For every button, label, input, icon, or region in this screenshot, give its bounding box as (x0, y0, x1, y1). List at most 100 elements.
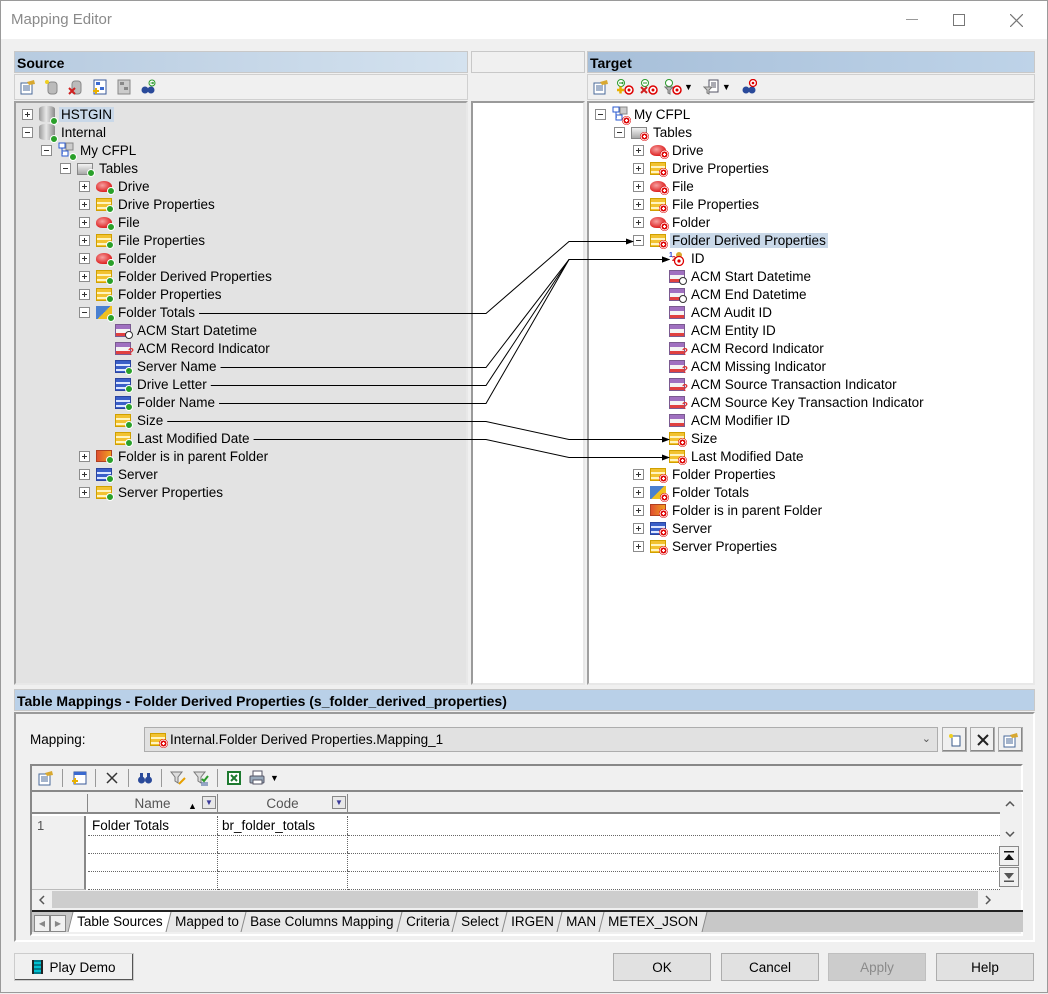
row-number[interactable] (32, 852, 86, 872)
cell-empty[interactable] (348, 816, 1000, 836)
tree-node-size[interactable]: Size (115, 411, 165, 429)
cell-name[interactable] (88, 870, 218, 890)
help-button[interactable]: Help (936, 953, 1034, 981)
tree-node-drive[interactable]: Drive (79, 177, 152, 195)
tree-node-file[interactable]: File (633, 177, 696, 195)
tree-node-acm-entity-id[interactable]: ACM Entity ID (669, 321, 778, 339)
mapping-menu-icon[interactable] (663, 77, 683, 97)
tree-node-last-modified-date[interactable]: Last Modified Date (115, 429, 252, 447)
cell-code[interactable]: br_folder_totals (218, 816, 348, 836)
delete-mapping-icon[interactable] (639, 77, 659, 97)
collapse-toggle-icon[interactable] (595, 108, 606, 120)
excel-export-icon[interactable] (224, 768, 244, 788)
tree-node-server-properties[interactable]: Server Properties (633, 537, 779, 555)
tree-node-acm-missing-indicator[interactable]: ? ACM Missing Indicator (669, 357, 828, 375)
delete-icon[interactable] (102, 768, 122, 788)
expand-toggle-icon[interactable] (633, 144, 644, 156)
tree-node-folder-derived-properties[interactable]: Folder Derived Properties (79, 267, 274, 285)
column-filter-dropdown-icon[interactable]: ▼ (332, 796, 346, 809)
cell-empty[interactable] (348, 852, 1000, 872)
find-target-icon[interactable] (739, 77, 759, 97)
tree-node-server-properties[interactable]: Server Properties (79, 483, 225, 501)
row-number[interactable] (32, 870, 86, 890)
scroll-up-icon[interactable] (1000, 794, 1020, 814)
tree-node-acm-start-datetime[interactable]: ACM Start Datetime (115, 321, 259, 339)
tree-node-server-name[interactable]: Server Name (115, 357, 219, 375)
scroll-left-icon[interactable] (32, 890, 52, 910)
cell-name[interactable] (88, 852, 218, 872)
expand-toggle-icon[interactable] (633, 216, 644, 228)
collapse-toggle-icon[interactable] (60, 162, 71, 174)
expand-toggle-icon[interactable] (79, 252, 90, 264)
row-number[interactable] (32, 834, 86, 854)
tab-base-columns-mapping[interactable]: Base Columns Mapping (240, 912, 404, 932)
horizontal-scrollbar[interactable] (32, 890, 1000, 910)
collapse-toggle-icon[interactable] (633, 234, 644, 246)
expand-toggle-icon[interactable] (633, 486, 644, 498)
cell-code[interactable] (218, 870, 348, 890)
tree-node-folder-totals[interactable]: Folder Totals (79, 303, 197, 322)
tab-table-sources[interactable]: Table Sources (67, 912, 173, 932)
expand-toggle-icon[interactable] (79, 450, 90, 462)
tree-node-folder[interactable]: Folder (633, 213, 712, 231)
tree-node-file-properties[interactable]: File Properties (79, 231, 207, 249)
properties-icon[interactable] (591, 77, 611, 97)
column-header-name[interactable]: Name ▲ ▼ (88, 794, 218, 814)
tab-scroll-right-icon[interactable]: ▶ (50, 915, 66, 932)
cell-code[interactable] (218, 852, 348, 872)
model-disabled-icon[interactable] (114, 77, 134, 97)
column-header-code[interactable]: Code ▼ (218, 794, 348, 814)
tab-metex-json[interactable]: METEX_JSON (598, 912, 708, 932)
expand-toggle-icon[interactable] (22, 108, 33, 120)
tree-node-file[interactable]: File (79, 213, 142, 231)
tree-node-my-cfpl[interactable]: My CFPL (595, 105, 692, 125)
play-demo-button[interactable]: Play Demo (14, 953, 134, 981)
expand-toggle-icon[interactable] (79, 270, 90, 282)
expand-toggle-icon[interactable] (79, 288, 90, 300)
tree-node-id[interactable]: 1 2 ID (669, 249, 707, 267)
mapping-select[interactable]: Internal.Folder Derived Properties.Mappi… (144, 727, 938, 752)
tree-node-folder-properties[interactable]: Folder Properties (79, 285, 224, 303)
mapping-menu-dropdown-icon[interactable]: ▼ (684, 82, 693, 92)
vertical-scrollbar[interactable] (999, 794, 1022, 890)
cell-name[interactable] (88, 834, 218, 854)
tree-node-folder[interactable]: Folder (79, 249, 158, 267)
tree-node-acm-start-datetime[interactable]: ACM Start Datetime (669, 267, 813, 285)
delete-mapping-button[interactable] (970, 727, 995, 752)
tab-mapped-to[interactable]: Mapped to (165, 912, 248, 932)
tab-scroll-left-icon[interactable]: ◀ (34, 915, 50, 932)
new-mapping-button[interactable] (942, 727, 967, 752)
cell-empty[interactable] (348, 834, 1000, 854)
collapse-toggle-icon[interactable] (79, 306, 90, 318)
mapping-properties-button[interactable] (998, 727, 1023, 752)
collapse-toggle-icon[interactable] (22, 126, 33, 138)
tree-node-folder-properties[interactable]: Folder Properties (633, 465, 778, 483)
close-button[interactable] (993, 1, 1039, 39)
filter-apply-icon[interactable] (191, 768, 211, 788)
tree-node-acm-audit-id[interactable]: ACM Audit ID (669, 303, 774, 321)
expand-toggle-icon[interactable] (633, 198, 644, 210)
maximize-button[interactable] (936, 1, 982, 39)
print-icon[interactable] (247, 768, 267, 788)
ok-button[interactable]: OK (613, 953, 711, 981)
tree-node-acm-end-datetime[interactable]: ACM End Datetime (669, 285, 809, 303)
tree-node-acm-modifier-id[interactable]: ACM Modifier ID (669, 411, 792, 429)
tree-node-folder-is-in-parent-folder[interactable]: Folder is in parent Folder (79, 447, 270, 465)
tree-node-acm-source-key-transaction-indicator[interactable]: ? ACM Source Key Transaction Indicator (669, 393, 926, 411)
filter-menu-dropdown-icon[interactable]: ▼ (722, 82, 731, 92)
add-model-icon[interactable] (90, 77, 110, 97)
scroll-to-top-button[interactable] (999, 846, 1019, 866)
cell-empty[interactable] (348, 870, 1000, 890)
expand-toggle-icon[interactable] (79, 180, 90, 192)
properties-icon[interactable] (18, 77, 38, 97)
tree-node-file-properties[interactable]: File Properties (633, 195, 761, 213)
tree-node-tables[interactable]: Tables (60, 159, 140, 177)
print-dropdown-icon[interactable]: ▼ (270, 773, 279, 783)
minimize-button[interactable] (889, 1, 935, 39)
expand-toggle-icon[interactable] (633, 504, 644, 516)
scroll-to-bottom-button[interactable] (999, 867, 1019, 887)
find-icon[interactable] (138, 77, 158, 97)
expand-toggle-icon[interactable] (633, 180, 644, 192)
expand-toggle-icon[interactable] (633, 540, 644, 552)
expand-toggle-icon[interactable] (79, 198, 90, 210)
